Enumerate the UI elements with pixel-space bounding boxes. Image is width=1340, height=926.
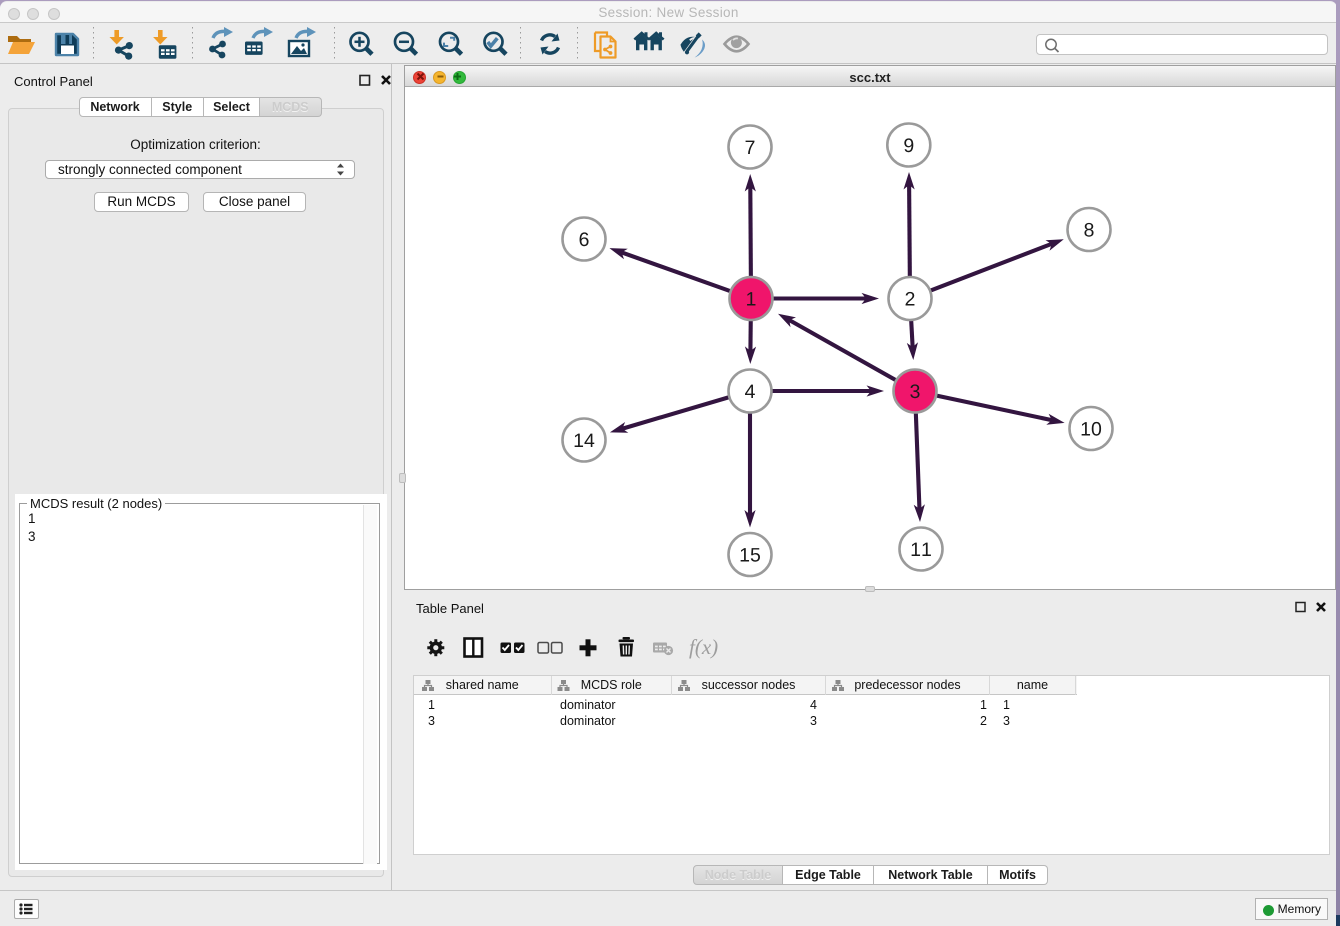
svg-text:f(x): f(x) — [689, 635, 718, 659]
